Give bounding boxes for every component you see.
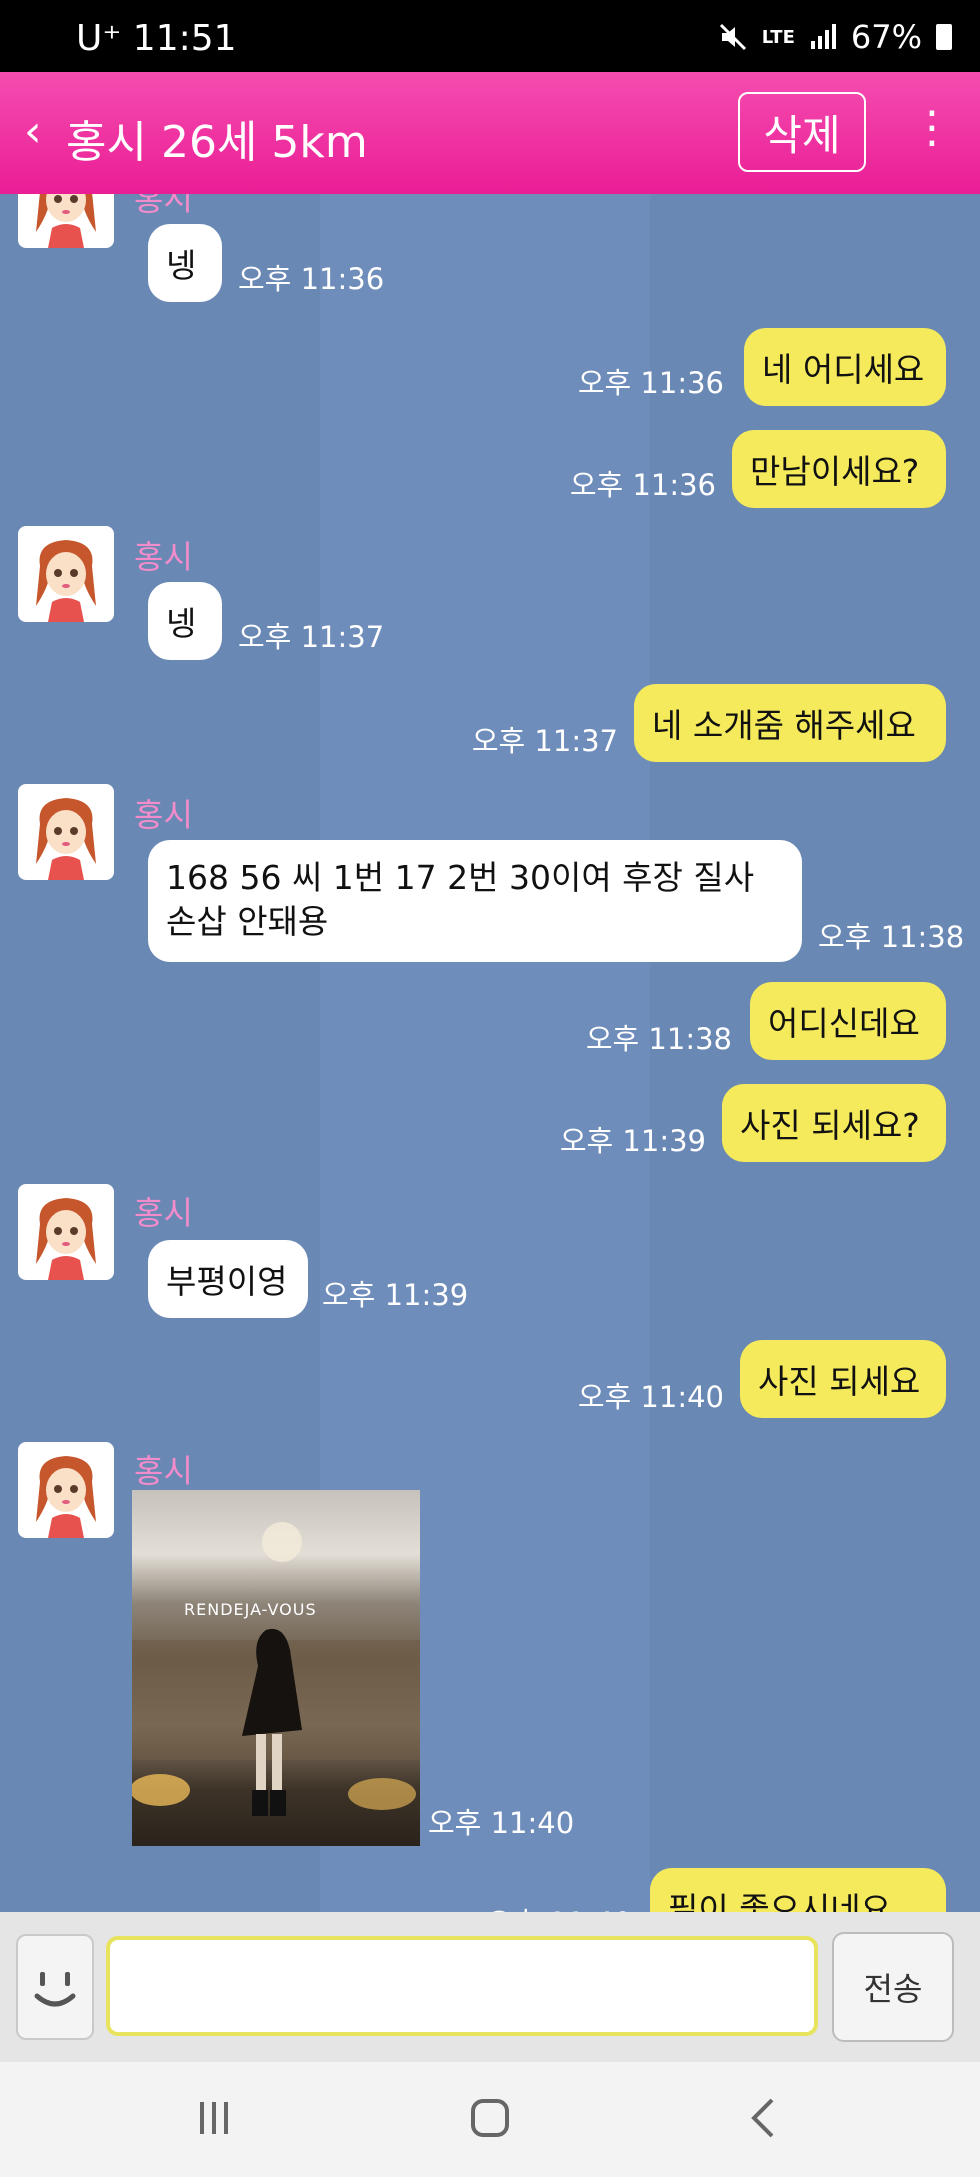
- avatar-girl-icon: [36, 798, 96, 880]
- photo-scene: [132, 1522, 420, 1816]
- message-time: 오후 11:37: [238, 620, 385, 654]
- message-time: 오후 11:40: [486, 1900, 632, 1912]
- avatar[interactable]: [18, 1184, 114, 1280]
- chat-area[interactable]: 홍시 넹 오후 11:36 오후 11:36 네 어디세요 오후 11:36 만…: [0, 194, 980, 1912]
- signal-icon: [810, 24, 836, 49]
- outgoing-bubble[interactable]: 네 어디세요: [744, 328, 946, 406]
- message-time: 오후 11:36: [577, 366, 724, 400]
- outgoing-bubble[interactable]: 만남이세요?: [732, 430, 946, 508]
- chat-title: 홍시 26세 5km: [66, 117, 368, 168]
- delete-button[interactable]: 삭제: [738, 92, 866, 172]
- message-time: 오후 11:39: [559, 1124, 706, 1158]
- message-time: 오후 11:38: [585, 1022, 732, 1056]
- sender-name: 홍시: [134, 1452, 193, 1490]
- message-time: 오후 11:36: [238, 262, 385, 296]
- system-nav-bar: [0, 2062, 980, 2177]
- home-icon[interactable]: [468, 2096, 512, 2140]
- smiley-icon: [34, 1972, 76, 2007]
- carrier-time: U⁺ 11:51: [76, 18, 237, 59]
- message-time: 오후 11:36: [569, 468, 716, 502]
- back-chevron-icon[interactable]: ‹: [24, 106, 42, 157]
- outgoing-bubble[interactable]: 필이 좋으시네요: [650, 1868, 946, 1912]
- incoming-bubble[interactable]: 168 56 씨 1번 17 2번 30이여 후장 질사 손삽 안돼용: [148, 840, 802, 962]
- avatar[interactable]: [18, 194, 114, 248]
- sender-name: 홍시: [134, 538, 193, 576]
- outgoing-bubble[interactable]: 네 소개줌 해주세요: [634, 684, 946, 762]
- message-time: 오후 11:37: [471, 724, 618, 758]
- incoming-bubble[interactable]: 넹: [148, 224, 222, 302]
- photo-sign-text: RENDEJA-VOUS: [184, 1600, 317, 1619]
- avatar-girl-icon: [36, 540, 96, 622]
- message-input[interactable]: [106, 1936, 818, 2036]
- recent-apps-icon[interactable]: [194, 2098, 234, 2138]
- outgoing-bubble[interactable]: 사진 되세요: [740, 1340, 946, 1418]
- emoticon-button[interactable]: [16, 1934, 94, 2040]
- message-time: 오후 11:39: [322, 1278, 469, 1312]
- avatar[interactable]: [18, 1442, 114, 1538]
- sender-name: 홍시: [134, 1194, 193, 1232]
- message-time: 오후 11:40: [577, 1380, 724, 1414]
- incoming-bubble[interactable]: 넹: [148, 582, 222, 660]
- photo-message[interactable]: RENDEJA-VOUS: [132, 1490, 420, 1846]
- sender-name: 홍시: [134, 796, 193, 834]
- avatar[interactable]: [18, 784, 114, 880]
- chat-header: ‹ 홍시 26세 5km 삭제 ⋮: [0, 72, 980, 194]
- avatar[interactable]: [18, 526, 114, 622]
- avatar-girl-icon: [36, 1198, 96, 1280]
- send-button[interactable]: 전송: [832, 1932, 954, 2042]
- outgoing-bubble[interactable]: 사진 되세요?: [722, 1084, 946, 1162]
- avatar-girl-icon: [36, 194, 96, 248]
- more-options-icon[interactable]: ⋮: [910, 102, 954, 153]
- incoming-bubble[interactable]: 부평이영: [148, 1240, 308, 1318]
- outgoing-bubble[interactable]: 어디신데요: [750, 982, 946, 1060]
- avatar-girl-icon: [36, 1456, 96, 1538]
- status-icons: LTE 67%: [718, 18, 952, 56]
- sender-name: 홍시: [134, 194, 193, 218]
- message-time: 오후 11:38: [818, 920, 965, 954]
- battery-icon: [936, 24, 952, 50]
- message-time: 오후 11:40: [428, 1806, 575, 1840]
- battery-percent: 67%: [850, 18, 922, 56]
- mute-icon: [719, 23, 746, 51]
- input-bar: 전송: [0, 1912, 980, 2062]
- status-bar: U⁺ 11:51 LTE 67%: [0, 0, 980, 72]
- back-icon[interactable]: [748, 2096, 778, 2140]
- network-type: LTE: [761, 26, 795, 48]
